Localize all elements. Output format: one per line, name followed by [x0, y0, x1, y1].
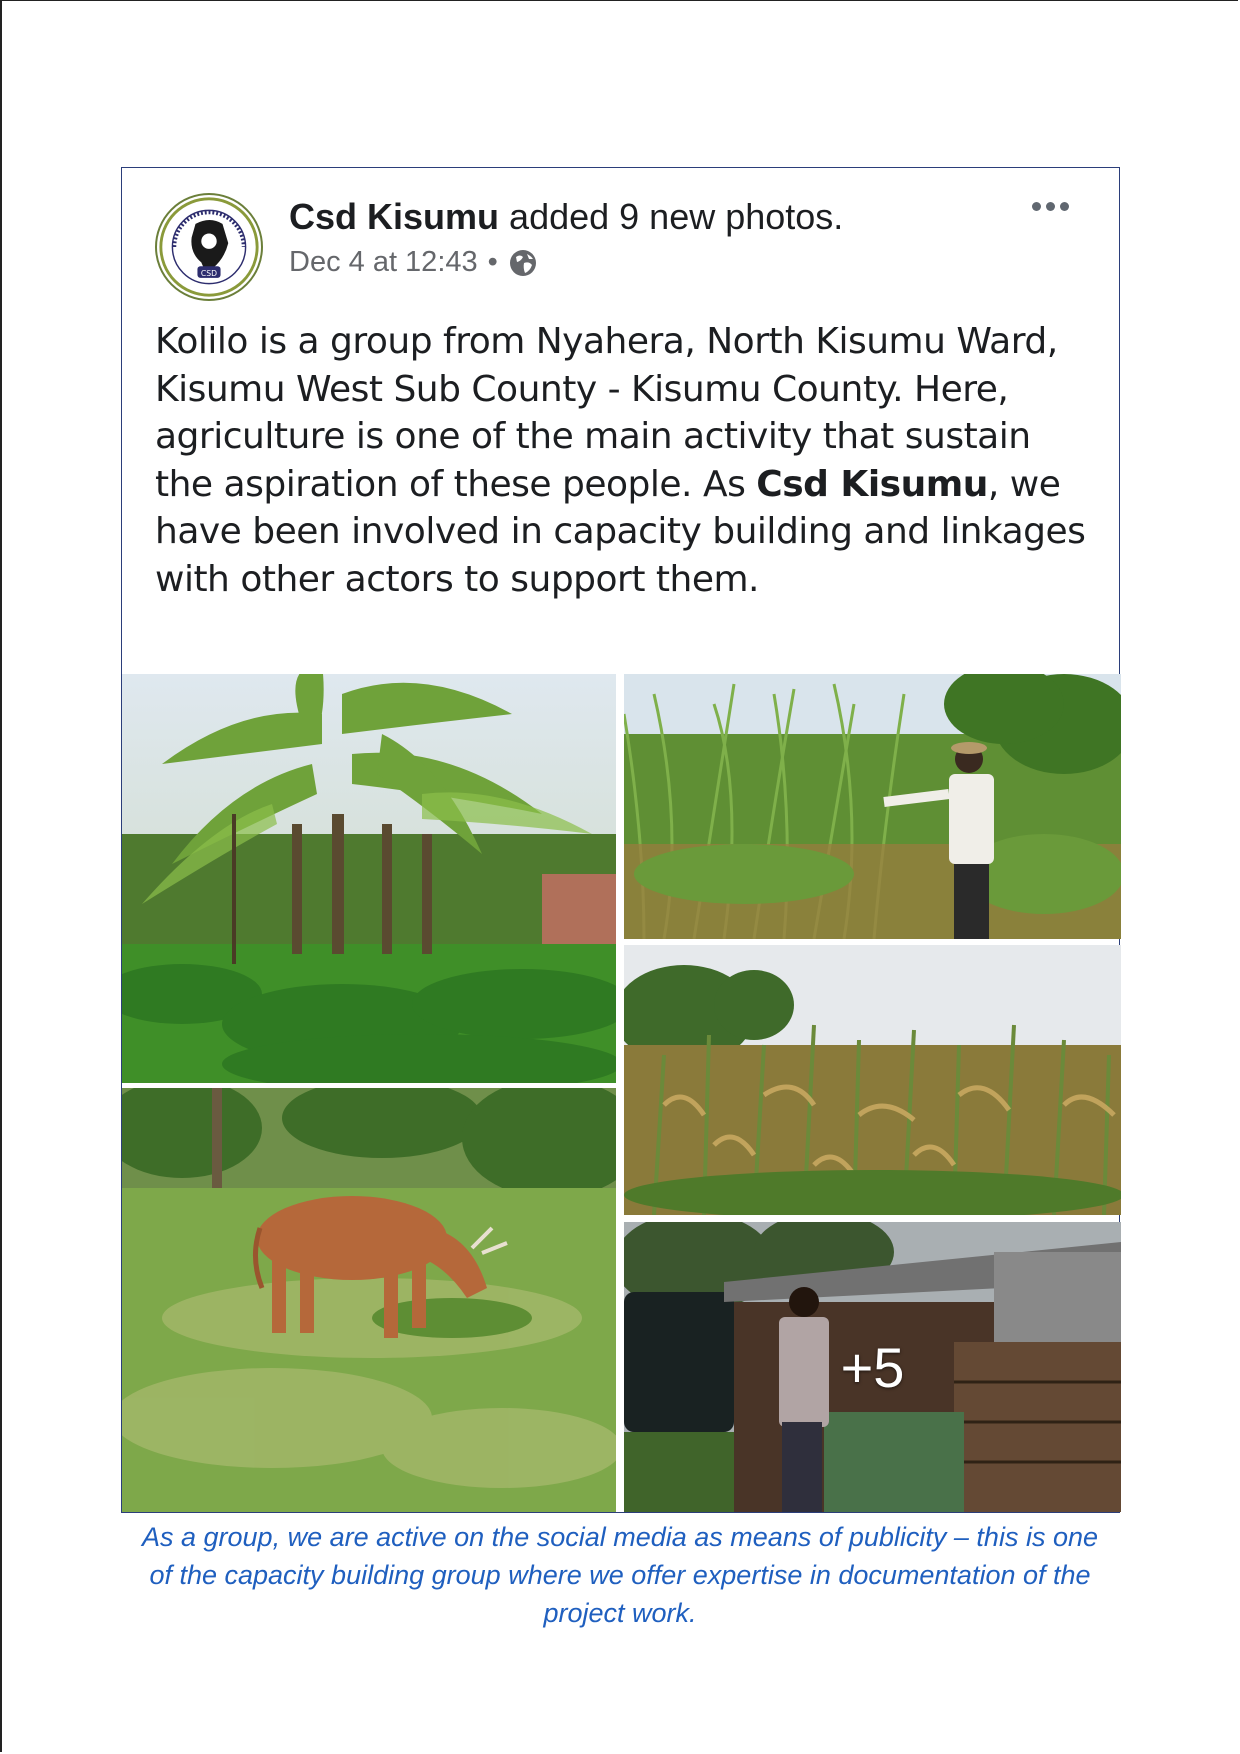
post-text-mention[interactable]: Csd Kisumu: [756, 464, 988, 505]
meta-separator: •: [487, 246, 498, 278]
globe-icon: [509, 249, 536, 276]
post-photo-napier-grass[interactable]: [624, 674, 1121, 939]
page-avatar[interactable]: CSD: [155, 193, 263, 301]
csd-logo-icon: CSD: [159, 197, 259, 297]
author-name[interactable]: Csd Kisumu: [289, 196, 499, 237]
post-photo-banana[interactable]: [122, 674, 616, 1083]
ellipsis-icon: [1045, 201, 1055, 211]
post-photo-maize[interactable]: [624, 945, 1121, 1215]
post-photo-cow[interactable]: [122, 1088, 616, 1512]
post-body-text: Kolilo is a group from Nyahera, North Ki…: [155, 318, 1095, 603]
post-options-button[interactable]: [1020, 188, 1080, 224]
document-caption: As a group, we are active on the social …: [141, 1522, 1098, 1628]
more-photos-count[interactable]: +5: [624, 1222, 1121, 1512]
post-photo-more[interactable]: +5: [624, 1222, 1121, 1512]
post-meta: Dec 4 at 12:43 •: [289, 246, 538, 279]
post-timestamp[interactable]: Dec 4 at 12:43: [289, 246, 478, 279]
post-action: added 9 new photos.: [509, 196, 844, 237]
svg-text:CSD: CSD: [201, 269, 217, 278]
ellipsis-icon: [1059, 201, 1069, 211]
ellipsis-icon: [1031, 201, 1041, 211]
post-header: CSD Csd Kisumu added 9 new photos. Dec 4…: [122, 168, 1119, 301]
facebook-post: CSD Csd Kisumu added 9 new photos. Dec 4…: [121, 167, 1121, 1513]
post-author-line: Csd Kisumu added 9 new photos.: [289, 196, 843, 238]
